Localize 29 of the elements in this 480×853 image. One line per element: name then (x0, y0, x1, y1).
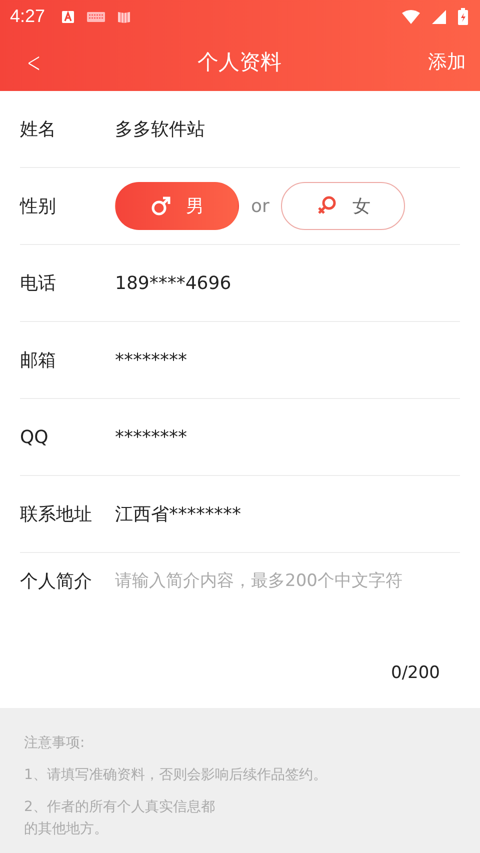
wifi-icon (402, 10, 420, 24)
note-text: 1、请填写准确资料，否则会影响后续作品签约。 (24, 766, 328, 784)
field-label: 电话 (20, 272, 57, 295)
field-value[interactable]: 189****4696 (115, 272, 232, 294)
field-label: QQ (20, 426, 50, 448)
book-icon (117, 10, 132, 24)
field-label: 性别 (20, 195, 57, 218)
field-label: 邮箱 (20, 349, 57, 372)
field-value[interactable]: ******** (115, 426, 187, 448)
field-label: 联系地址 (20, 503, 93, 526)
page-title: 个人资料 (198, 49, 282, 76)
battery-icon (458, 8, 468, 25)
field-label: 姓名 (20, 118, 57, 141)
notes-title: 注意事项: (24, 734, 86, 752)
gender-option[interactable]: 女 (281, 182, 406, 230)
note-text: 的其他地方。 (24, 820, 109, 838)
signal-icon (432, 10, 446, 24)
keyboard-icon (87, 12, 106, 22)
field-value[interactable]: 江西省******** (115, 502, 241, 526)
app-icon (61, 10, 76, 24)
note-text: 2、作者的所有个人真实信息都 (24, 798, 216, 816)
male-symbol-icon (150, 195, 172, 217)
separator-text: or (251, 196, 270, 216)
status-time: 4:27 (10, 6, 46, 27)
field-label: 个人简介 (20, 570, 93, 594)
back-button[interactable]: < (23, 46, 44, 78)
field-value[interactable]: ******** (115, 350, 187, 370)
character-counter: 0/200 (391, 663, 440, 683)
field-value[interactable]: 多多软件站 (115, 117, 205, 141)
